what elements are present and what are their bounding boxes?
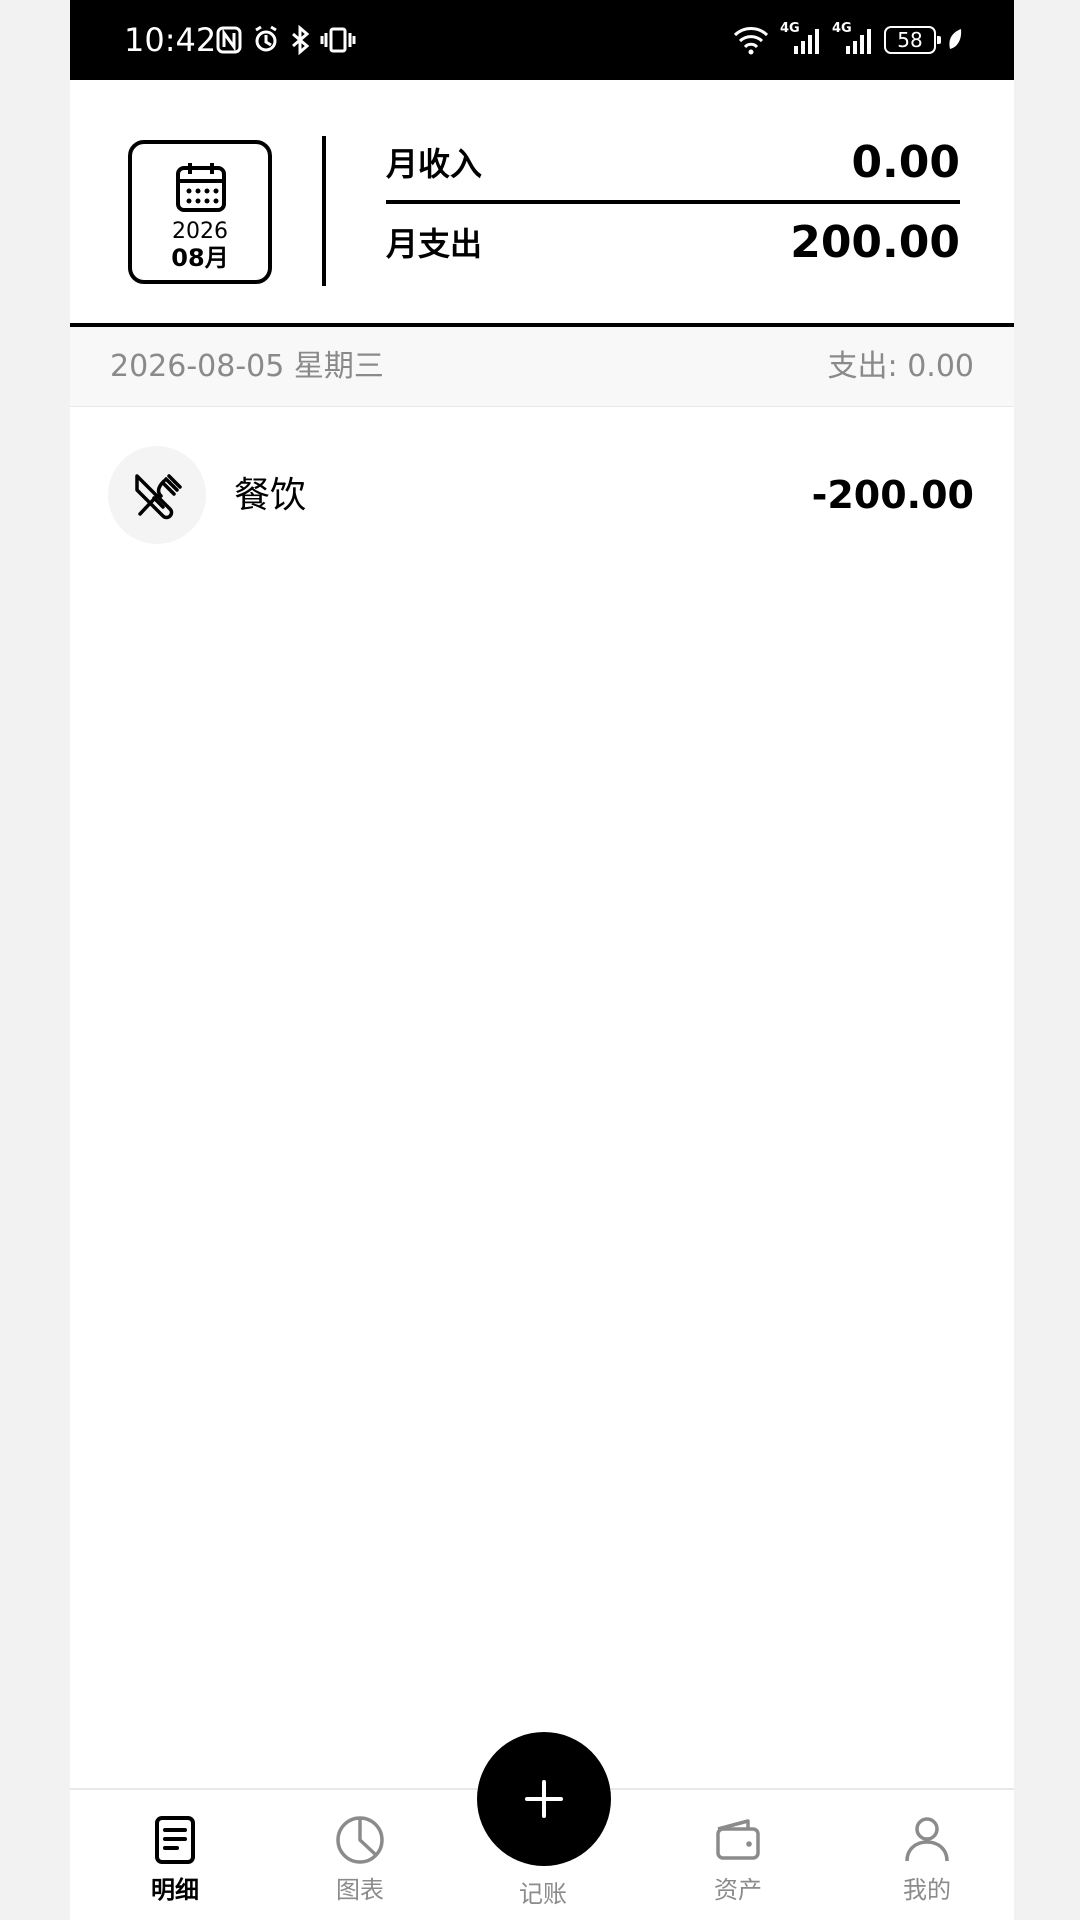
nav-item-assets[interactable]: 资产 [678, 1814, 798, 1914]
day-group-header: 2026-08-05 星期三 支出: 0.00 [70, 327, 1014, 407]
wallet-icon [716, 1819, 760, 1860]
alarm-icon [255, 25, 277, 52]
wifi-icon [733, 27, 769, 55]
document-icon [155, 1816, 195, 1864]
nav-label-profile: 我的 [903, 1876, 951, 1904]
transaction-category: 餐饮 [234, 475, 307, 516]
vibrate-icon [320, 27, 356, 53]
battery-level: 58 [897, 28, 923, 52]
status-bar: 10:42 4G 4G 58 [70, 0, 1014, 80]
nav-label-add-record: 记账 [519, 1880, 567, 1908]
bluetooth-icon [292, 25, 310, 55]
signal-bars-icon [846, 29, 871, 54]
day-expense-total: 支出: 0.00 [827, 349, 974, 384]
monthly-expense-row: 月支出 200.00 [386, 204, 960, 284]
income-label: 月收入 [386, 145, 483, 183]
battery-icon: 58 [884, 26, 941, 54]
person-icon [905, 1817, 949, 1862]
selected-month: 08月 [171, 244, 229, 272]
transaction-row[interactable]: 餐饮 -200.00 [70, 408, 1014, 584]
status-time: 10:42 [124, 21, 217, 59]
nfc-icon [216, 26, 242, 54]
nav-item-add-record[interactable]: 记账 [483, 1880, 603, 1914]
nav-item-profile[interactable]: 我的 [867, 1814, 987, 1914]
nav-item-details[interactable]: 明细 [115, 1814, 235, 1914]
month-picker[interactable]: 2026 08月 [128, 140, 272, 284]
status-left-icons [215, 24, 357, 56]
status-right-icons: 4G 4G 58 [732, 22, 964, 58]
pie-chart-icon [336, 1816, 384, 1864]
income-value: 0.00 [851, 137, 960, 188]
expense-label: 月支出 [386, 225, 483, 263]
monthly-income-row: 月收入 0.00 [386, 124, 960, 204]
signal-bars-icon [794, 29, 819, 54]
transaction-amount: -200.00 [811, 473, 974, 517]
add-record-button[interactable] [477, 1732, 611, 1866]
bookkeeping-screen: 10:42 4G 4G 58 2026 08月 月收入 0.00 月支出 200… [70, 0, 1014, 1920]
signal-4g-icon: 4G [832, 22, 874, 56]
monthly-summary: 2026 08月 月收入 0.00 月支出 200.00 [70, 80, 1014, 327]
transaction-date: 2026-08-05 星期三 [110, 349, 384, 384]
nav-label-details: 明细 [151, 1876, 199, 1904]
signal-4g-icon: 4G [780, 22, 822, 56]
nav-item-charts[interactable]: 图表 [300, 1814, 420, 1914]
summary-divider [322, 136, 326, 286]
selected-year: 2026 [172, 219, 228, 244]
utensils-icon [135, 474, 182, 520]
calendar-icon [176, 163, 226, 212]
leaf-icon [949, 29, 962, 49]
expense-value: 200.00 [790, 217, 960, 268]
category-icon-container [108, 446, 206, 544]
nav-label-charts: 图表 [336, 1876, 384, 1904]
nav-label-assets: 资产 [714, 1876, 762, 1904]
